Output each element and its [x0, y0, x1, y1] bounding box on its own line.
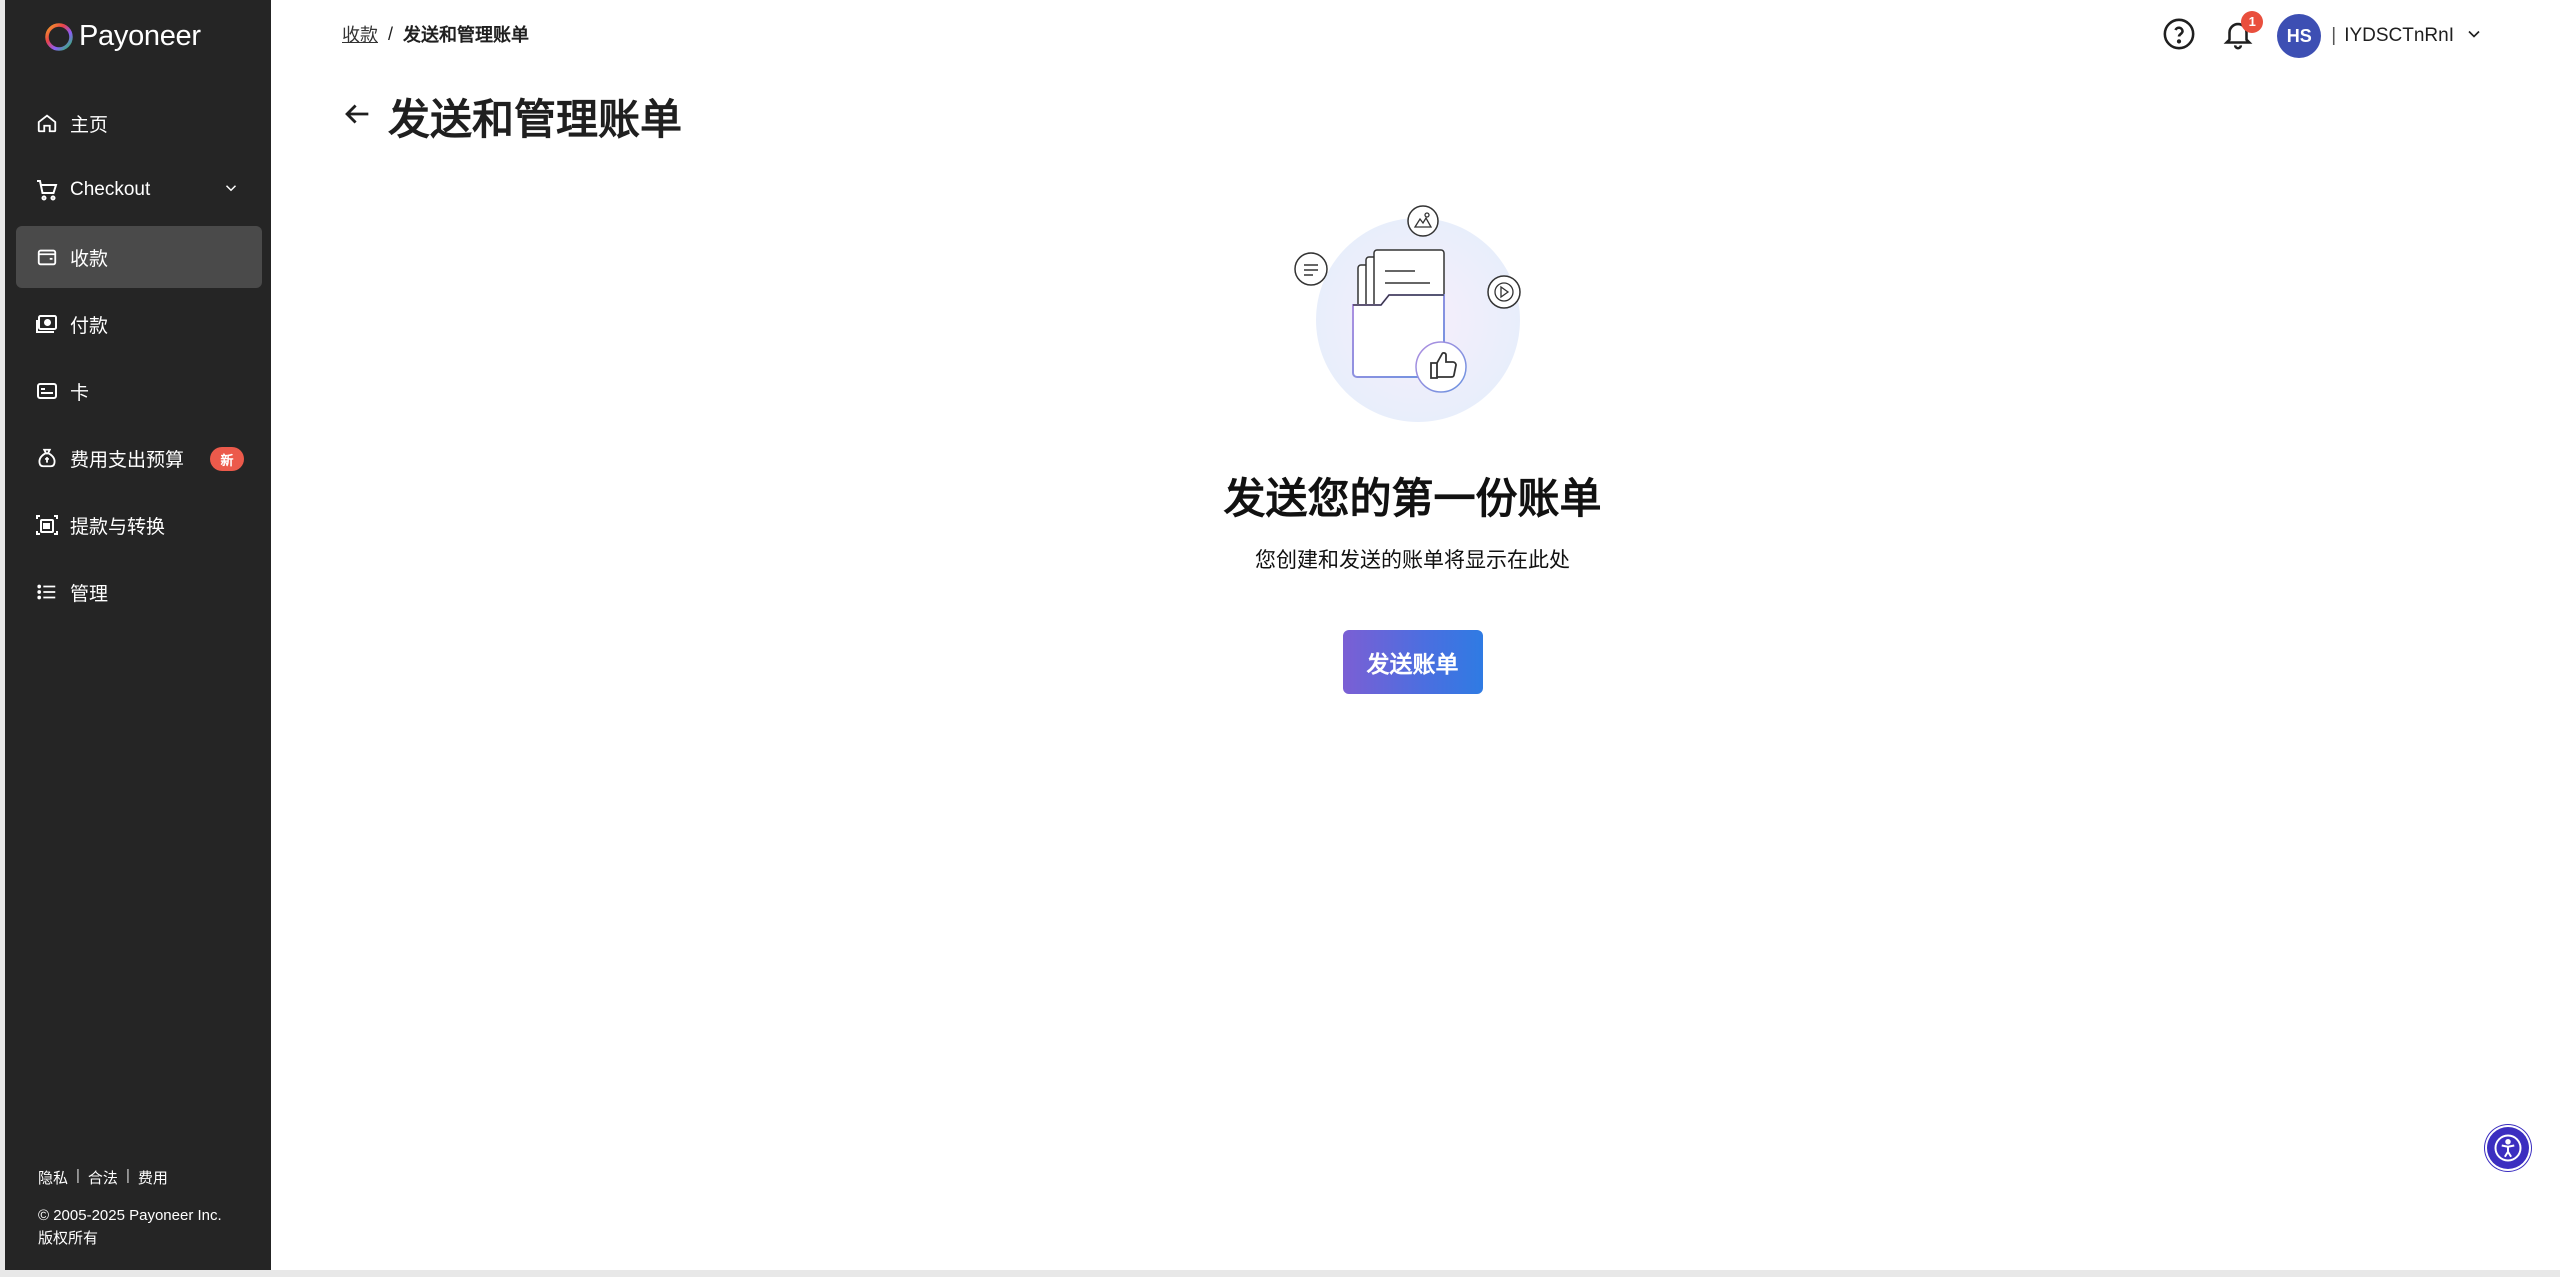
wallet-icon [34, 244, 60, 270]
sidebar-item-label: 主页 [70, 114, 109, 136]
payoneer-ring-icon [45, 22, 73, 51]
sidebar-item-label: 提款与转换 [70, 516, 166, 538]
copyright-line: © 2005-2025 Payoneer Inc. [38, 1207, 222, 1224]
send-bill-button[interactable]: 发送账单 [1342, 630, 1483, 694]
sidebar-item-label: 费用支出预算 [70, 449, 185, 471]
breadcrumb-separator: / [388, 23, 394, 44]
chevron-down-icon[interactable] [2464, 24, 2484, 49]
empty-folder-illustration-icon [1293, 205, 1521, 422]
list-icon [34, 579, 60, 605]
username[interactable]: IYDSCTnRnI [2344, 25, 2454, 47]
sidebar-item-label: Checkout [70, 179, 151, 200]
user-separator: | [2331, 25, 2337, 46]
brand-name: Payoneer [79, 20, 201, 52]
breadcrumb-parent-link[interactable]: 收款 [342, 21, 378, 47]
back-arrow-icon[interactable] [340, 97, 374, 136]
footer-links: 隐私 | 合法 | 费用 [38, 1167, 168, 1188]
empty-state-subtitle: 您创建和发送的账单将显示在此处 [1255, 549, 1570, 572]
copyright-rights: 版权所有 [38, 1230, 99, 1247]
sidebar-item-receive[interactable]: 收款 [16, 226, 262, 288]
withdraw-icon [34, 512, 60, 538]
sidebar-item-card[interactable]: 卡 [16, 360, 262, 422]
sidebar-item-manage[interactable]: 管理 [16, 561, 262, 623]
sidebar-item-label: 收款 [70, 248, 109, 270]
sidebar-item-payment[interactable]: 付款 [16, 293, 262, 355]
fees-link[interactable]: 费用 [138, 1167, 168, 1188]
sidebar-item-spend-budget[interactable]: 费用支出预算 新 [16, 427, 262, 489]
cart-icon [34, 177, 60, 203]
bottom-edge [0, 1270, 2560, 1277]
sidebar: Payoneer 主页 Checkout 收款 付款 卡 费用支出预算 新 提款… [5, 0, 271, 1270]
empty-state-title: 发送您的第一份账单 [1223, 475, 1602, 522]
top-bar: 1 HS | IYDSCTnRnI [2162, 10, 2484, 58]
empty-state: 发送您的第一份账单 您创建和发送的账单将显示在此处 发送账单 [1150, 195, 1675, 694]
sidebar-item-label: 管理 [70, 583, 109, 605]
breadcrumb-current: 发送和管理账单 [403, 25, 530, 45]
breadcrumb: 收款 / 发送和管理账单 [342, 21, 529, 47]
copyright: © 2005-2025 Payoneer Inc. 版权所有 [38, 1204, 222, 1250]
sidebar-item-withdraw[interactable]: 提款与转换 [16, 494, 262, 556]
sidebar-item-home[interactable]: 主页 [16, 92, 262, 154]
sidebar-item-label: 付款 [70, 315, 109, 337]
accessibility-button[interactable] [2487, 1127, 2529, 1169]
new-badge: 新 [210, 447, 244, 471]
legal-link[interactable]: 合法 [88, 1167, 118, 1188]
page-title: 发送和管理账单 [388, 96, 683, 143]
page-header: 发送和管理账单 [340, 86, 682, 147]
footer-separator: | [125, 1167, 130, 1184]
help-icon[interactable] [2162, 17, 2196, 56]
home-icon [34, 110, 60, 136]
notification-count-badge: 1 [2241, 10, 2264, 33]
footer-separator: | [76, 1167, 80, 1184]
sidebar-item-label: 卡 [70, 382, 90, 404]
sidebar-nav: 主页 Checkout 收款 付款 卡 费用支出预算 新 提款与转换 管理 [16, 92, 262, 628]
chevron-down-icon[interactable] [222, 179, 240, 203]
privacy-link[interactable]: 隐私 [38, 1167, 68, 1188]
payoneer-logo[interactable]: Payoneer [43, 20, 201, 53]
card-icon [34, 378, 60, 404]
sidebar-item-checkout[interactable]: Checkout [16, 159, 262, 221]
payment-icon [34, 311, 60, 337]
notification-bell-icon[interactable]: 1 [2221, 10, 2264, 56]
money-bag-icon [34, 445, 60, 471]
avatar[interactable]: HS [2277, 14, 2322, 58]
accessibility-icon [2494, 1134, 2522, 1162]
